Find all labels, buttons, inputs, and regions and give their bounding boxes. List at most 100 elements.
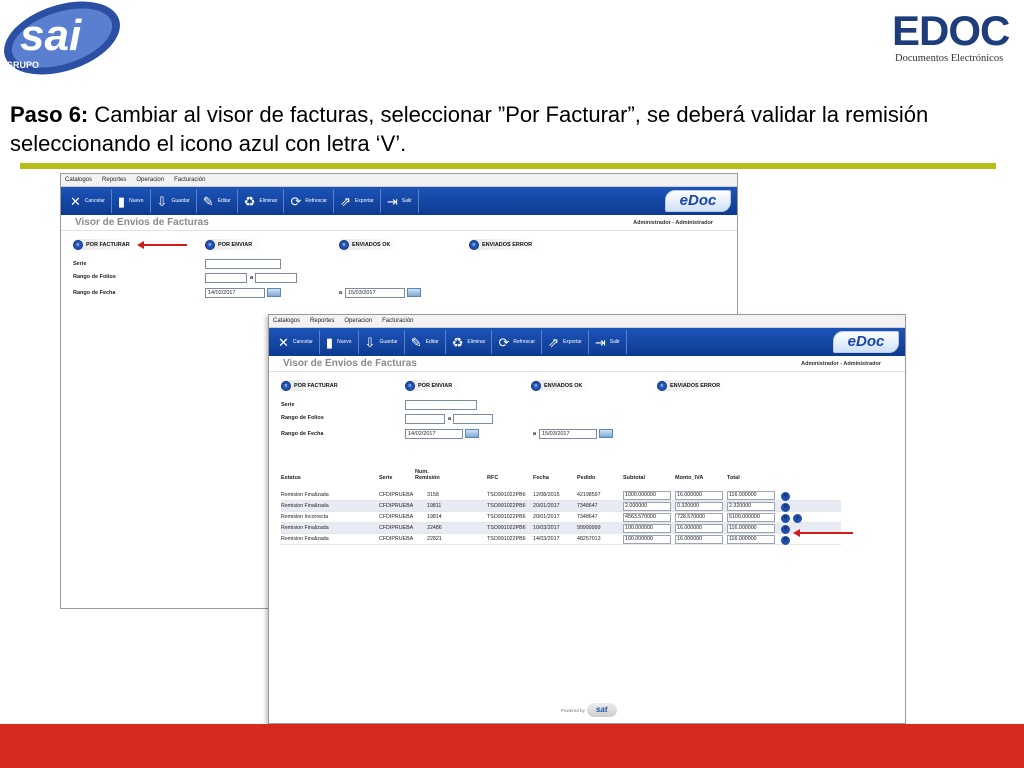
subtotal-field[interactable]: 4563.570000	[623, 513, 671, 522]
cell-estatus: Remision Finalizada	[281, 525, 329, 531]
edoc-brand: eDoc	[665, 190, 731, 212]
menu-bar: Catalogos Reportes Operacion Facturación	[269, 315, 905, 328]
monto-iva-field[interactable]: 728.570000	[675, 513, 723, 522]
export-button[interactable]: ⇗ Exportar	[542, 330, 589, 354]
col-rfc: RFC	[487, 475, 499, 481]
list-icon: ≡	[205, 239, 215, 250]
serie-input[interactable]	[405, 400, 477, 410]
subtotal-field[interactable]: 100.000000	[623, 535, 671, 544]
cancel-button[interactable]: ✕ Cancelar	[64, 189, 112, 213]
exit-button[interactable]: ⇥ Salir	[589, 330, 627, 354]
por-enviar-label: POR ENVIAR	[418, 382, 453, 389]
total-field[interactable]: 5100.000000	[727, 513, 775, 522]
calendar-icon[interactable]	[465, 429, 479, 438]
subtotal-field[interactable]: 1000.000000	[623, 491, 671, 500]
monto-iva-field[interactable]: 16.000000	[675, 524, 723, 533]
table-row[interactable]: Remision Finalizada CFDIPRUEBA 19811 TSO991…	[281, 501, 841, 512]
search-icon[interactable]: ⌕	[793, 514, 802, 523]
cell-serie: CFDIPRUEBA	[379, 492, 414, 498]
enviados-ok-label: ENVIADOS OK	[544, 382, 583, 389]
edit-button[interactable]: ✎ Editar	[197, 189, 238, 213]
export-button[interactable]: ⇗ Exportar	[334, 189, 381, 213]
refresh-button[interactable]: ⟳ Refrescar	[284, 189, 335, 213]
table-body: Remision Finalizada CFDIPRUEBA 3158 TSO9910…	[281, 490, 841, 545]
menu-reportes[interactable]: Reportes	[102, 177, 126, 183]
calendar-icon[interactable]	[407, 288, 421, 297]
calendar-icon[interactable]	[267, 288, 281, 297]
serie-input[interactable]	[205, 259, 281, 269]
calendar-icon[interactable]	[599, 429, 613, 438]
cell-num-remision: 19811	[427, 503, 442, 509]
table-row[interactable]: Remision Finalizada CFDIPRUEBA 22486 TSO991…	[281, 523, 841, 534]
cell-num-remision: 3158	[427, 492, 439, 498]
subtotal-field[interactable]: 2.000000	[623, 502, 671, 511]
new-button[interactable]: ▮ Nuevo	[320, 330, 359, 354]
validate-v-button[interactable]: V	[781, 503, 790, 512]
window-title: Visor de Envios de Facturas Administrador…	[269, 356, 905, 372]
exit-button[interactable]: ⇥ Salir	[381, 189, 419, 213]
new-button[interactable]: ▮ Nuevo	[112, 189, 151, 213]
menu-reportes[interactable]: Reportes	[310, 318, 334, 324]
filter-form: Serie Rango de Folios a Rango de Fecha 1…	[61, 255, 737, 301]
filter-form: Serie Rango de Folios a Rango de Fecha 1…	[269, 396, 905, 442]
date-to-input[interactable]: 15/03/2017	[539, 429, 597, 439]
validate-v-button[interactable]: V	[781, 492, 790, 501]
enviados-ok-button[interactable]: ≡ ENVIADOS OK	[531, 380, 593, 391]
validate-v-button[interactable]: V	[781, 525, 790, 534]
save-button[interactable]: ⇩ Guardar	[359, 330, 405, 354]
total-field[interactable]: 2.320000	[727, 502, 775, 511]
delete-button[interactable]: ♻ Eliminar	[238, 189, 285, 213]
delete-button[interactable]: ♻ Eliminar	[446, 330, 493, 354]
total-field[interactable]: 116.000000	[727, 524, 775, 533]
menu-facturacion[interactable]: Facturación	[382, 318, 413, 324]
save-button[interactable]: ⇩ Guardar	[151, 189, 197, 213]
folio-to-input[interactable]	[453, 414, 493, 424]
fecha-separator: a	[339, 290, 343, 296]
list-icon: ≡	[657, 380, 667, 391]
por-enviar-button[interactable]: ≡ POR ENVIAR	[205, 239, 263, 250]
cancel-button[interactable]: ✕ Cancelar	[272, 330, 320, 354]
table-row[interactable]: Remision Finalizada CFDIPRUEBA 3158 TSO9910…	[281, 490, 841, 501]
monto-iva-field[interactable]: 16.000000	[675, 491, 723, 500]
validate-v-button[interactable]: V	[781, 536, 790, 545]
total-field[interactable]: 116.000000	[727, 491, 775, 500]
monto-iva-field[interactable]: 16.000000	[675, 535, 723, 544]
folio-from-input[interactable]	[205, 273, 247, 283]
save-icon: ⇩	[364, 334, 376, 350]
col-num-remision: Num. Remisión	[415, 469, 440, 481]
por-enviar-button[interactable]: ≡ POR ENVIAR	[405, 380, 463, 391]
folio-to-input[interactable]	[255, 273, 297, 283]
por-facturar-button[interactable]: ≡ POR FACTURAR	[73, 239, 140, 250]
enviados-error-button[interactable]: ≡ ENVIADOS ERROR	[469, 239, 543, 250]
edit-button[interactable]: ✎ Editar	[405, 330, 446, 354]
monto-iva-field[interactable]: 0.320000	[675, 502, 723, 511]
folio-from-input[interactable]	[405, 414, 445, 424]
subtotal-field[interactable]: 100.000000	[623, 524, 671, 533]
total-field[interactable]: 116.000000	[727, 535, 775, 544]
validate-v-button[interactable]: V	[781, 514, 790, 523]
red-arrow-indicator	[137, 241, 187, 249]
date-from-input[interactable]: 14/02/2017	[205, 288, 265, 298]
cell-rfc: TSO991022PB6	[487, 492, 526, 498]
col-subtotal: Subtotal	[623, 475, 645, 481]
date-from-input[interactable]: 14/02/2017	[405, 429, 463, 439]
enviados-error-button[interactable]: ≡ ENVIADOS ERROR	[657, 380, 731, 391]
svg-text:GRUPO: GRUPO	[6, 60, 39, 70]
menu-facturacion[interactable]: Facturación	[174, 177, 205, 183]
menu-operacion[interactable]: Operacion	[344, 318, 372, 324]
menu-catalogos[interactable]: Catalogos	[273, 318, 300, 324]
table-row[interactable]: Remision Finalizada CFDIPRUEBA 22821 TSO991…	[281, 534, 841, 545]
por-facturar-button[interactable]: ≡ POR FACTURAR	[281, 380, 348, 391]
date-to-input[interactable]: 15/03/2017	[345, 288, 405, 298]
menu-catalogos[interactable]: Catalogos	[65, 177, 92, 183]
powered-by-logo: sat	[586, 703, 617, 717]
list-icon: ≡	[73, 239, 83, 250]
refresh-button[interactable]: ⟳ Refrescar	[492, 330, 543, 354]
list-icon: ≡	[405, 380, 415, 391]
menu-operacion[interactable]: Operacion	[136, 177, 164, 183]
table-row[interactable]: Remision Incorrecta CFDIPRUEBA 19814 TSO991…	[281, 512, 841, 523]
trash-icon: ♻	[451, 334, 464, 350]
cell-rfc: TSO991022PB6	[487, 525, 526, 531]
enviados-ok-button[interactable]: ≡ ENVIADOS OK	[339, 239, 401, 250]
save-label: Guardar	[379, 339, 398, 345]
